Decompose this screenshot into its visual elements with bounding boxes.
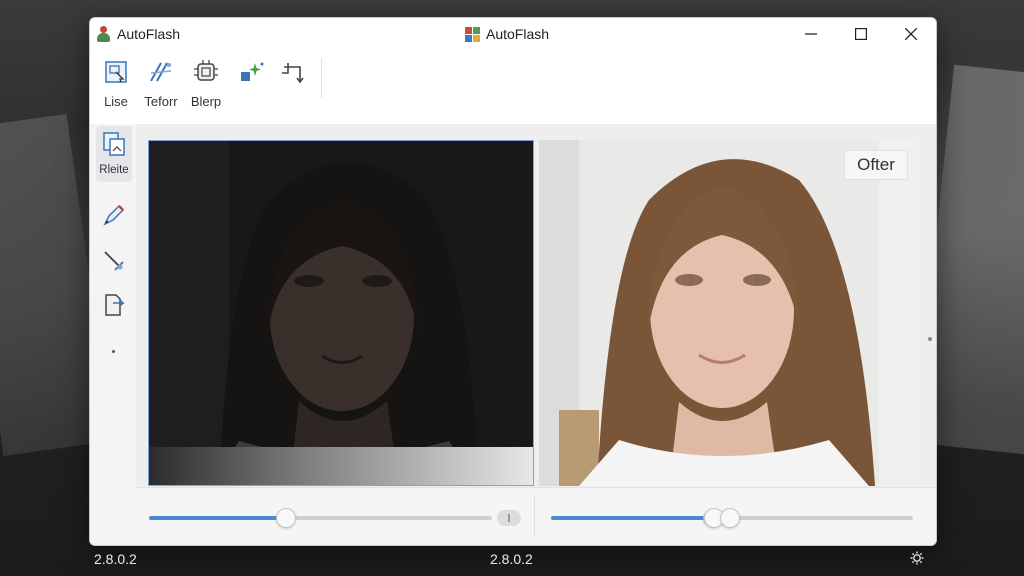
tool-transform[interactable] bbox=[268, 56, 320, 110]
slider-thumb[interactable] bbox=[276, 508, 296, 528]
maximize-icon bbox=[855, 28, 867, 40]
title-center-group: AutoFlash bbox=[465, 18, 549, 50]
slider-reset-toggle[interactable] bbox=[497, 510, 521, 526]
photo-canvas: Ofter bbox=[136, 124, 936, 487]
side-tool-label: Rleite bbox=[99, 164, 129, 176]
crop-transform-icon bbox=[282, 63, 304, 84]
minimize-button[interactable] bbox=[786, 18, 836, 50]
version-label-center: 2.8.0.2 bbox=[490, 551, 533, 567]
panel-divider bbox=[534, 496, 535, 536]
minimize-icon bbox=[805, 33, 817, 35]
before-exposure-slider[interactable] bbox=[149, 508, 492, 528]
after-label-badge: Ofter bbox=[844, 150, 908, 180]
window-title-left: AutoFlash bbox=[117, 26, 181, 42]
settings-gear-icon[interactable] bbox=[910, 551, 924, 565]
app-window: AutoFlash AutoFlash Lise Teforr Blerp Rl… bbox=[89, 17, 937, 546]
close-icon bbox=[905, 28, 917, 40]
scroll-indicator[interactable] bbox=[928, 337, 932, 341]
slider-fill bbox=[149, 516, 286, 520]
chip-filter-icon bbox=[194, 60, 218, 81]
left-tool-panel: Rleite bbox=[90, 124, 136, 545]
toolbar: Lise Teforr Blerp bbox=[90, 50, 936, 125]
after-photo[interactable] bbox=[539, 140, 919, 486]
title-left-group: AutoFlash bbox=[96, 18, 180, 50]
tool-label bbox=[268, 94, 320, 110]
after-exposure-slider[interactable] bbox=[551, 508, 913, 528]
app-person-logo-icon bbox=[96, 26, 111, 42]
slider-thumb-secondary[interactable] bbox=[720, 508, 740, 528]
maximize-button[interactable] bbox=[836, 18, 886, 50]
layers-copy-icon bbox=[103, 132, 125, 156]
document-export-icon bbox=[105, 294, 125, 316]
window-controls bbox=[786, 18, 936, 50]
adjustment-panel bbox=[136, 487, 936, 545]
magic-wand-icon bbox=[150, 62, 172, 82]
app-logo-icon bbox=[465, 26, 480, 42]
side-tool-export[interactable] bbox=[96, 292, 132, 322]
side-tool-brush[interactable] bbox=[96, 248, 132, 278]
close-button[interactable] bbox=[886, 18, 936, 50]
title-bar: AutoFlash AutoFlash bbox=[90, 18, 936, 50]
image-select-icon bbox=[105, 61, 127, 83]
overflow-dot bbox=[112, 350, 115, 353]
before-photo[interactable] bbox=[148, 140, 534, 486]
brush-tool-icon bbox=[104, 251, 124, 271]
side-tool-rleite[interactable]: Rleite bbox=[96, 126, 132, 182]
side-tool-pen[interactable] bbox=[96, 202, 132, 232]
window-title-center: AutoFlash bbox=[486, 26, 550, 42]
slider-fill bbox=[551, 516, 714, 520]
after-photo-portrait bbox=[539, 140, 919, 486]
version-label-left: 2.8.0.2 bbox=[94, 551, 137, 567]
pen-tool-icon bbox=[103, 204, 125, 226]
toolbar-divider bbox=[321, 58, 322, 98]
sparkle-enhance-icon bbox=[241, 62, 264, 81]
before-photo-portrait bbox=[149, 141, 533, 485]
